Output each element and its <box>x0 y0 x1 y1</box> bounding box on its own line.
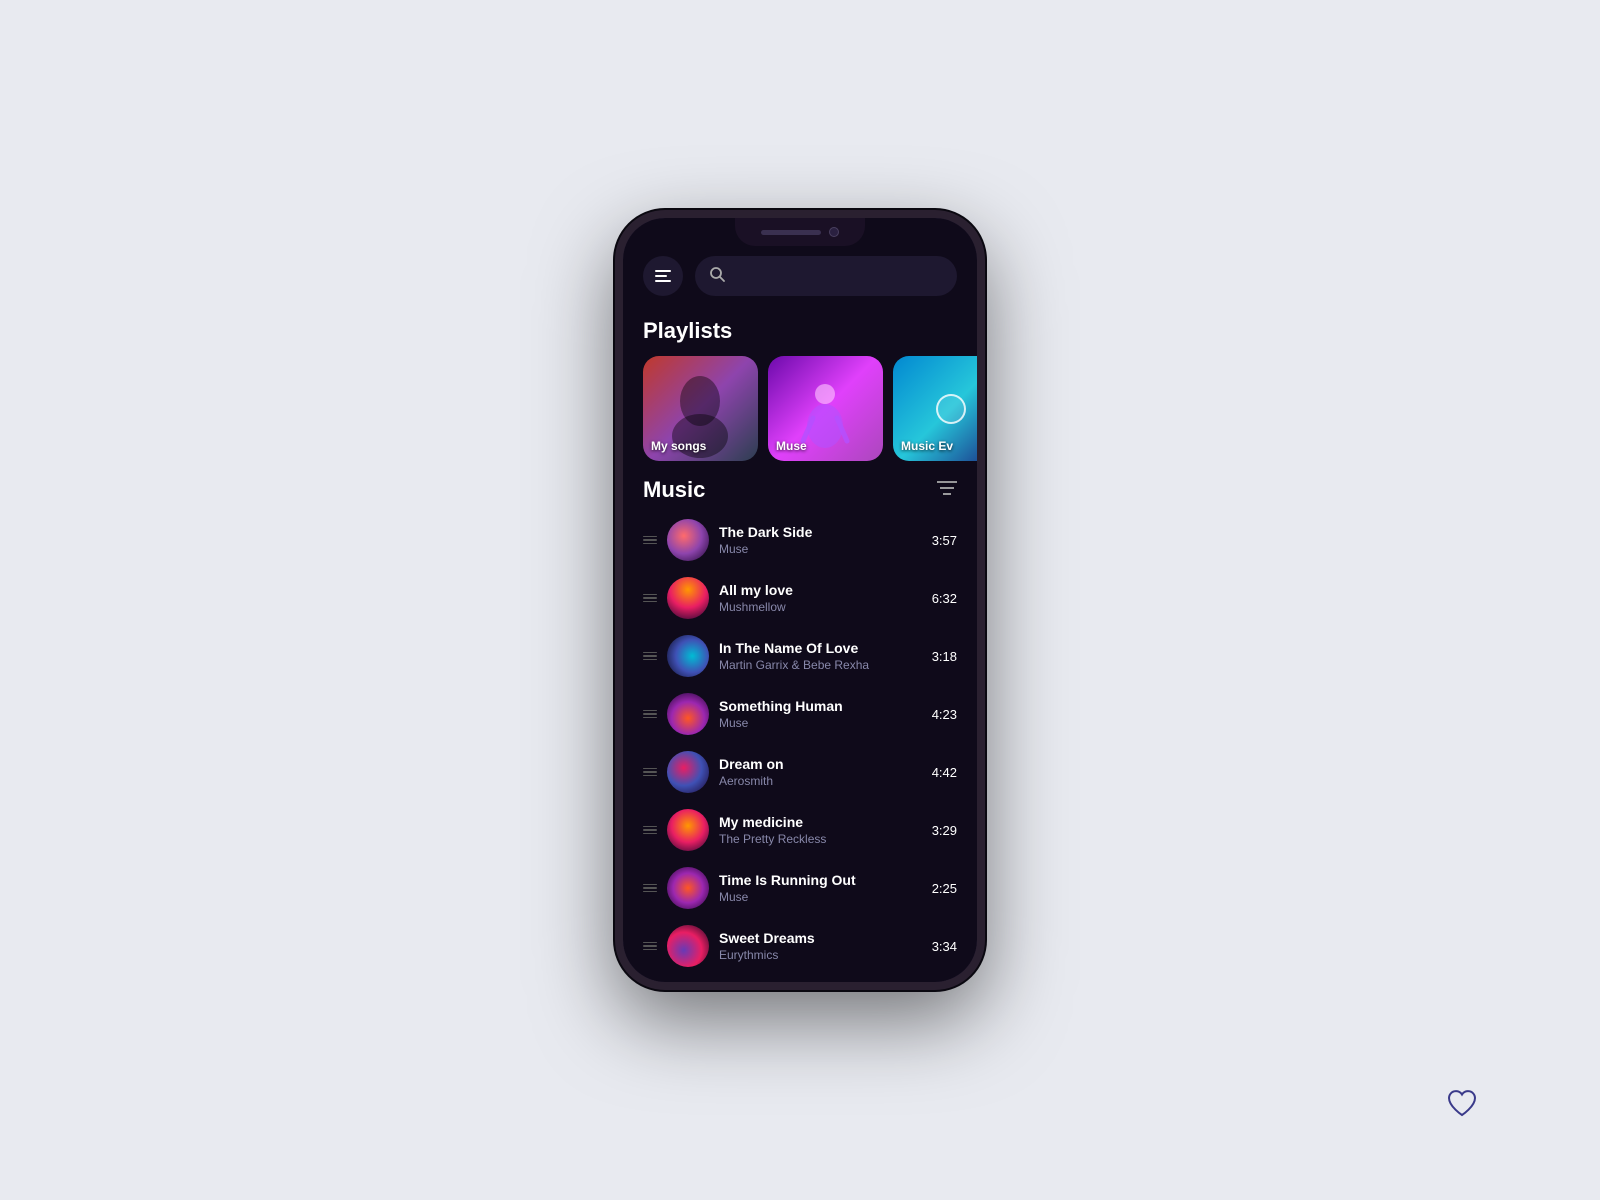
drag-handle-0 <box>643 536 657 545</box>
menu-icon <box>655 270 671 282</box>
playlist-card-mysongs[interactable]: My songs <box>643 356 758 461</box>
phone-screen: Playlists My songs <box>623 218 977 982</box>
menu-button[interactable] <box>643 256 683 296</box>
notch-camera <box>829 227 839 237</box>
track-item-2[interactable]: In The Name Of Love Martin Garrix & Bebe… <box>643 627 957 685</box>
track-name-5: My medicine <box>719 814 922 830</box>
playlists-row: My songs Muse <box>623 356 977 461</box>
track-item-4[interactable]: Dream on Aerosmith 4:42 <box>643 743 957 801</box>
track-item-0[interactable]: The Dark Side Muse 3:57 <box>643 511 957 569</box>
drag-handle-4 <box>643 768 657 777</box>
track-artist-7: Eurythmics <box>719 948 922 962</box>
track-duration-6: 2:25 <box>932 881 957 896</box>
heart-icon[interactable] <box>1444 1084 1480 1120</box>
track-item-6[interactable]: Time Is Running Out Muse 2:25 <box>643 859 957 917</box>
playlist-label-music-ev: Music Ev <box>901 439 953 453</box>
track-name-0: The Dark Side <box>719 524 922 540</box>
track-duration-0: 3:57 <box>932 533 957 548</box>
menu-line-2 <box>655 275 667 277</box>
drag-line <box>643 536 657 538</box>
track-art-1 <box>667 577 709 619</box>
track-artist-4: Aerosmith <box>719 774 922 788</box>
track-name-6: Time Is Running Out <box>719 872 922 888</box>
drag-handle-2 <box>643 652 657 661</box>
track-info-3: Something Human Muse <box>719 698 922 730</box>
track-info-1: All my love Mushmellow <box>719 582 922 614</box>
drag-line <box>643 543 657 545</box>
playlists-section: Playlists My songs <box>623 308 977 461</box>
track-art-5 <box>667 809 709 851</box>
notch-bar <box>761 230 821 235</box>
page-wrapper: Playlists My songs <box>0 0 1600 1200</box>
playlist-card-muse[interactable]: Muse <box>768 356 883 461</box>
playlists-title: Playlists <box>623 308 977 356</box>
track-art-0 <box>667 519 709 561</box>
filter-icon[interactable] <box>937 480 957 501</box>
search-icon <box>709 266 725 287</box>
track-artist-5: The Pretty Reckless <box>719 832 922 846</box>
track-info-2: In The Name Of Love Martin Garrix & Bebe… <box>719 640 922 672</box>
menu-line-1 <box>655 270 671 272</box>
track-list: The Dark Side Muse 3:57 All <box>623 511 977 975</box>
drag-handle-3 <box>643 710 657 719</box>
track-art-2 <box>667 635 709 677</box>
track-info-5: My medicine The Pretty Reckless <box>719 814 922 846</box>
track-artist-0: Muse <box>719 542 922 556</box>
playlist-label-muse: Muse <box>776 439 807 453</box>
drag-line <box>643 539 657 541</box>
track-name-2: In The Name Of Love <box>719 640 922 656</box>
drag-handle-6 <box>643 884 657 893</box>
card3-circle <box>936 394 966 424</box>
drag-handle-7 <box>643 942 657 951</box>
track-artist-6: Muse <box>719 890 922 904</box>
phone-shell: Playlists My songs <box>615 210 985 990</box>
track-art-6 <box>667 867 709 909</box>
music-header: Music <box>623 461 977 511</box>
playlist-card-music-ev[interactable]: Music Ev <box>893 356 977 461</box>
track-art-3 <box>667 693 709 735</box>
track-info-0: The Dark Side Muse <box>719 524 922 556</box>
track-duration-4: 4:42 <box>932 765 957 780</box>
drag-handle-1 <box>643 594 657 603</box>
track-item-7[interactable]: Sweet Dreams Eurythmics 3:34 <box>643 917 957 975</box>
playlist-label-mysongs: My songs <box>651 439 706 453</box>
track-duration-3: 4:23 <box>932 707 957 722</box>
search-bar[interactable] <box>695 256 957 296</box>
track-artist-2: Martin Garrix & Bebe Rexha <box>719 658 922 672</box>
track-info-6: Time Is Running Out Muse <box>719 872 922 904</box>
track-name-7: Sweet Dreams <box>719 930 922 946</box>
track-item-1[interactable]: All my love Mushmellow 6:32 <box>643 569 957 627</box>
track-name-1: All my love <box>719 582 922 598</box>
track-duration-2: 3:18 <box>932 649 957 664</box>
track-duration-7: 3:34 <box>932 939 957 954</box>
track-duration-5: 3:29 <box>932 823 957 838</box>
track-art-7 <box>667 925 709 967</box>
music-title: Music <box>643 477 705 503</box>
track-item-3[interactable]: Something Human Muse 4:23 <box>643 685 957 743</box>
track-item-5[interactable]: My medicine The Pretty Reckless 3:29 <box>643 801 957 859</box>
track-art-4 <box>667 751 709 793</box>
track-info-7: Sweet Dreams Eurythmics <box>719 930 922 962</box>
music-section: Music <box>623 461 977 975</box>
phone-notch <box>735 218 865 246</box>
track-info-4: Dream on Aerosmith <box>719 756 922 788</box>
track-artist-1: Mushmellow <box>719 600 922 614</box>
track-duration-1: 6:32 <box>932 591 957 606</box>
drag-handle-5 <box>643 826 657 835</box>
track-name-3: Something Human <box>719 698 922 714</box>
track-artist-3: Muse <box>719 716 922 730</box>
track-name-4: Dream on <box>719 756 922 772</box>
menu-line-3 <box>655 280 671 282</box>
